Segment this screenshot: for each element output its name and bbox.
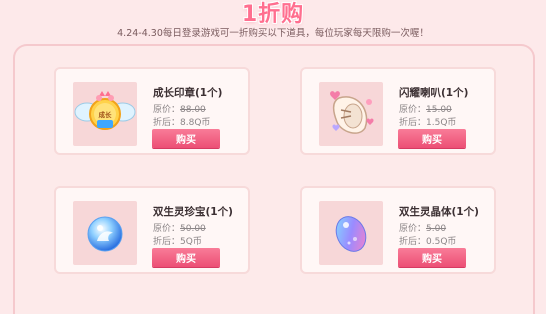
original-price-label: 原价： <box>399 224 427 234</box>
discount-price: 5Q币 <box>180 237 202 247</box>
item-name: 双生灵珍宝(1个) <box>153 206 233 218</box>
item-name: 闪耀喇叭(1个) <box>399 87 469 99</box>
original-price-label: 原价： <box>153 224 181 234</box>
item-card-twin-spirit-crystal: 双生灵晶体(1个) 原价：5.00 折后：0.5Q币 购买 <box>300 186 496 274</box>
original-price: 15.00 <box>426 105 452 115</box>
original-price-line: 原价：5.00 <box>399 221 446 234</box>
item-card-shiny-horn: 闪耀喇叭(1个) 原价：15.00 折后：1.5Q币 购买 <box>300 67 496 155</box>
item-name: 双生灵晶体(1个) <box>399 206 479 218</box>
discount-price-line: 折后：5Q币 <box>153 234 202 247</box>
original-price: 88.00 <box>180 105 206 115</box>
discount-price: 1.5Q币 <box>426 118 457 128</box>
growth-seal-icon: 成长 <box>74 91 136 130</box>
crystal-gem-icon <box>335 216 367 252</box>
item-thumbnail <box>319 201 383 265</box>
original-price-label: 原价： <box>153 105 181 115</box>
buy-button[interactable]: 购买 <box>398 129 466 148</box>
crystal-orb-icon <box>87 216 123 252</box>
discount-price-label: 折后： <box>153 118 181 128</box>
discount-price-label: 折后： <box>399 118 427 128</box>
original-price-label: 原价： <box>399 105 427 115</box>
page-title: 1折购 <box>241 2 305 27</box>
item-name: 成长印章(1个) <box>153 87 223 99</box>
buy-button[interactable]: 购买 <box>152 129 220 148</box>
discount-price-label: 折后： <box>153 237 181 247</box>
original-price: 5.00 <box>426 224 447 234</box>
discount-price: 0.5Q币 <box>426 237 457 247</box>
original-price-line: 原价：50.00 <box>153 221 206 234</box>
discount-price: 8.8Q币 <box>180 118 211 128</box>
item-thumbnail: 成长 <box>73 82 137 146</box>
seal-icon-text: 成长 <box>99 110 113 119</box>
item-thumbnail <box>73 201 137 265</box>
discount-price-line: 折后：8.8Q币 <box>153 115 210 128</box>
original-price: 50.00 <box>180 224 206 234</box>
discount-price-line: 折后：1.5Q币 <box>399 115 456 128</box>
buy-button[interactable]: 购买 <box>398 248 466 267</box>
discount-price-line: 折后：0.5Q币 <box>399 234 456 247</box>
item-card-growth-seal: 成长 成长印章(1个) 原价：88.00 折后：8.8Q币 购买 <box>54 67 250 155</box>
discount-price-label: 折后： <box>399 237 427 247</box>
original-price-line: 原价：15.00 <box>399 102 452 115</box>
item-thumbnail <box>319 82 383 146</box>
promo-description: 4.24-4.30每日登录游戏可一折购买以下道具，每位玩家每天限购一次喔！ <box>117 28 429 39</box>
buy-button[interactable]: 购买 <box>152 248 220 267</box>
original-price-line: 原价：88.00 <box>153 102 206 115</box>
item-card-twin-spirit-treasure: 双生灵珍宝(1个) 原价：50.00 折后：5Q币 购买 <box>54 186 250 274</box>
horn-icon <box>330 91 374 134</box>
